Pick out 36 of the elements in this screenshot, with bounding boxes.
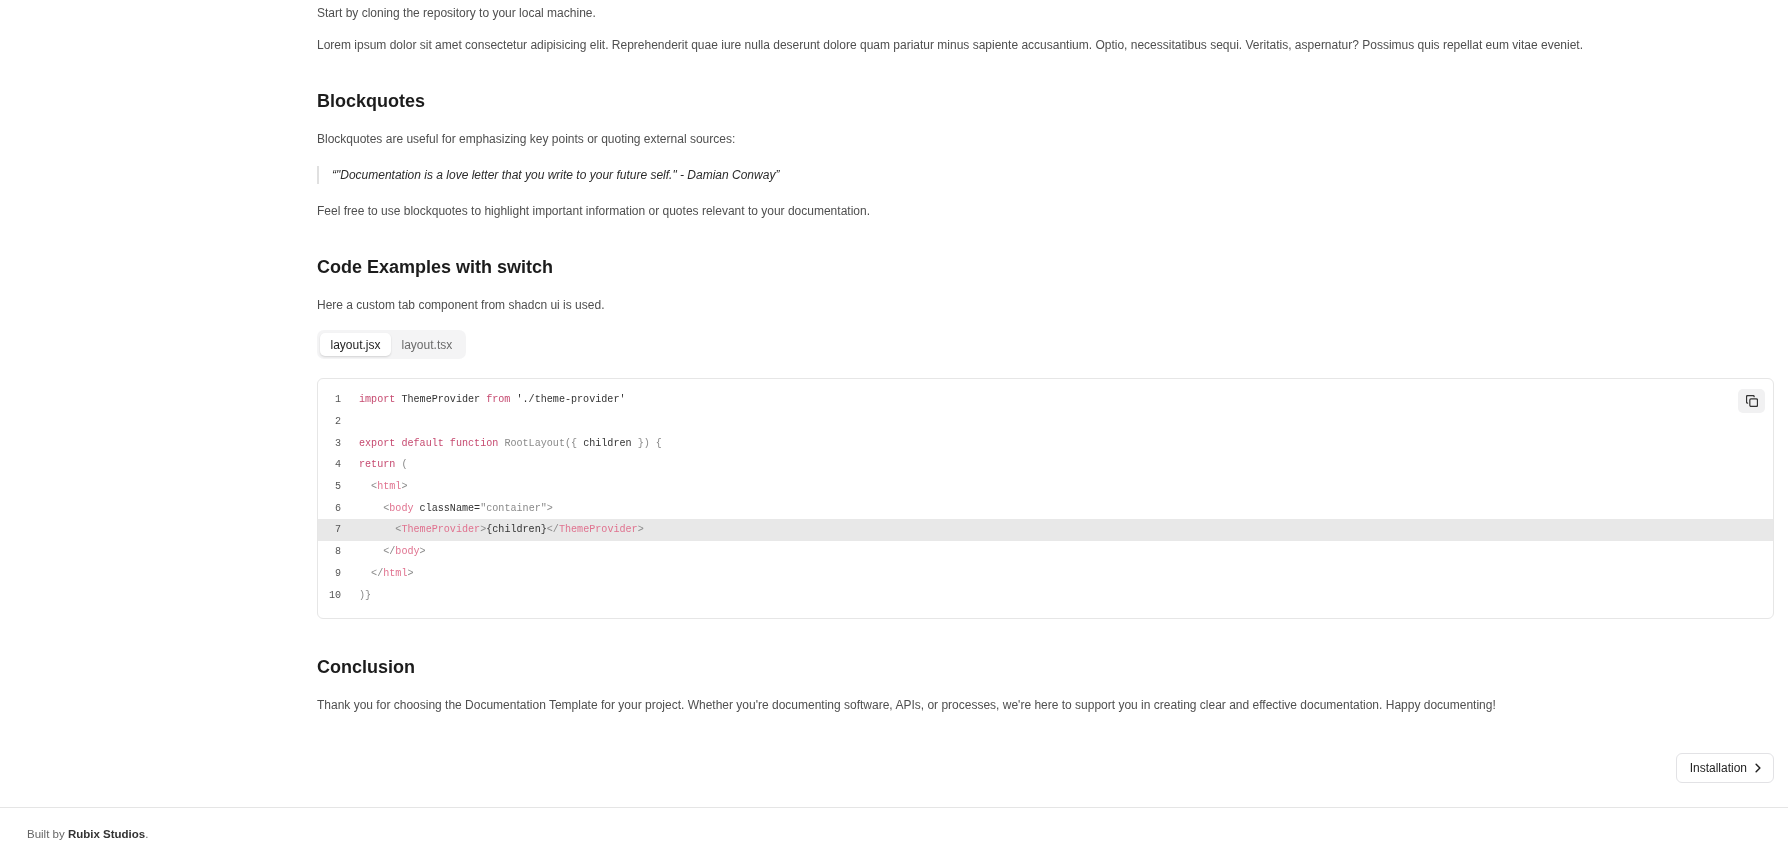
code-line: )} — [359, 589, 372, 601]
code-line: <ThemeProvider>{children}</ThemeProvider> — [394, 524, 644, 536]
blockquote: “"Documentation is a love letter that you write to your future self." - Damian Conway” — [317, 166, 1774, 184]
line-number: 10 — [327, 589, 341, 601]
code-line: </html> — [370, 567, 414, 579]
paragraph: Here a custom tab component from shadcn ui is used. — [317, 297, 606, 314]
line-number: 2 — [333, 416, 341, 428]
line-number: 9 — [333, 567, 341, 579]
section-heading: Conclusion — [317, 655, 416, 679]
line-number: 5 — [333, 481, 341, 493]
code-line: <html> — [370, 481, 408, 493]
paragraph: Blockquotes are useful for emphasizing key points or quoting external sources: — [317, 131, 737, 148]
line-number: 3 — [333, 437, 341, 449]
file-tab[interactable]: layout.tsx — [391, 333, 463, 356]
line-number: 1 — [333, 394, 341, 406]
code-line: </body> — [382, 546, 426, 558]
line-number: 4 — [333, 459, 341, 471]
paragraph: Feel free to use blockquotes to highlight important information or quotes relevant to your documentation. — [317, 203, 871, 220]
line-number: 6 — [333, 502, 341, 514]
code-line: import ThemeProvider from './theme-provider' — [359, 394, 626, 406]
line-number: 8 — [333, 546, 341, 558]
paragraph: Lorem ipsum dolor sit amet consectetur adipisicing elit. Reprehenderit quae iure nulla deserunt dolore quam pariatur minus sapiente accusantium. Optio, necessitatibus sequi. Veritatis, aspernatur? Possimus quis repellat eum vitae eveniet. — [317, 37, 1584, 54]
line-number: 7 — [333, 524, 341, 536]
paragraph: Start by cloning the repository to your local machine. — [317, 5, 597, 22]
next-page-button[interactable]: Installation — [1675, 752, 1774, 783]
chevron-right-icon — [1753, 762, 1763, 773]
file-tab[interactable]: layout.jsx — [320, 333, 392, 356]
footer-credit: Built by Rubix Studios. — [27, 826, 150, 842]
copy-icon — [1745, 395, 1758, 407]
section-heading: Code Examples with switch — [317, 256, 555, 279]
section-heading: Blockquotes — [317, 90, 427, 113]
copy-button[interactable] — [1738, 389, 1765, 413]
code-line: return ( — [359, 459, 408, 471]
code-line: <body className="container"> — [382, 502, 553, 514]
code-line: export default function RootLayout({ children }) { — [359, 437, 662, 449]
paragraph: Thank you for choosing the Documentation Template for your project. Whether you're documenting software, APIs, or processes, we're here to support you in creating clear and effective documentation. Happy documenting! — [317, 696, 1497, 714]
